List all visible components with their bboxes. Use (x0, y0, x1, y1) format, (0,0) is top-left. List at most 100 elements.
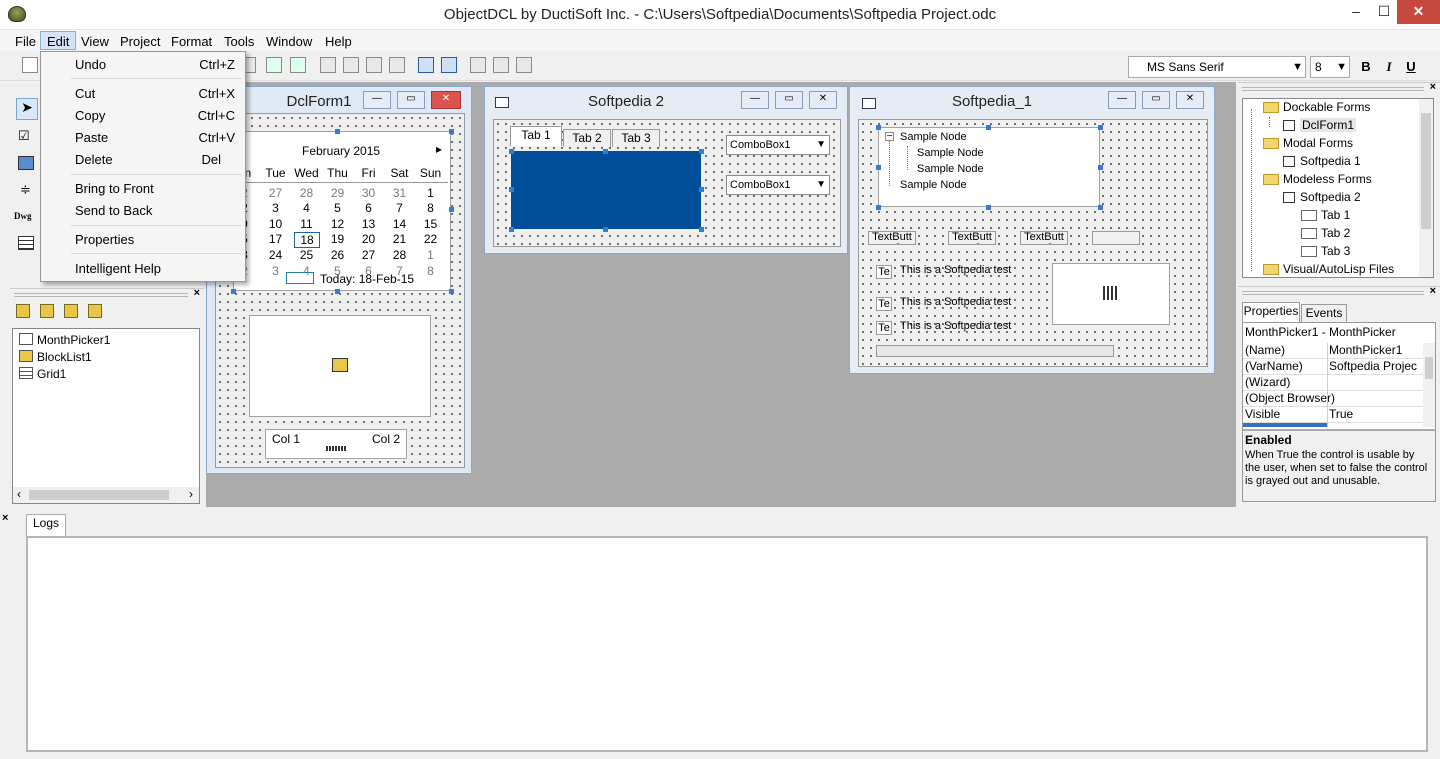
tree-node[interactable]: Dockable Forms (1283, 100, 1370, 114)
menu-cut[interactable]: Cut Ctrl+X (75, 86, 235, 101)
center-icon[interactable] (516, 57, 532, 73)
tree-node[interactable]: Sample Node (917, 163, 984, 175)
bold-button[interactable]: B (1357, 58, 1375, 76)
tree-node[interactable]: Tab 3 (1321, 244, 1350, 258)
logs-output[interactable] (26, 536, 1428, 752)
combobox-1[interactable]: ComboBox1 ▼ (726, 135, 830, 155)
minimize-icon[interactable]: — (741, 91, 769, 109)
scroll-left-icon[interactable]: ‹ (17, 487, 21, 501)
selected-row[interactable] (1243, 423, 1327, 427)
menu-delete[interactable]: Delete Del (75, 152, 235, 167)
move-down-icon[interactable] (64, 304, 78, 318)
italic-button[interactable]: I (1380, 58, 1398, 76)
calendar-row[interactable]: 3 24 25 26 27 28 1 (234, 248, 452, 264)
dwg-tool-icon[interactable]: Dwg (14, 211, 32, 221)
grid-control[interactable]: Col 1 Col 2 (265, 429, 407, 459)
tab-logs[interactable]: Logs (26, 514, 66, 536)
menu-paste[interactable]: Paste Ctrl+V (75, 130, 235, 145)
new-file-icon[interactable] (22, 57, 38, 73)
today-label[interactable]: Today: 18-Feb-15 (320, 272, 414, 286)
space-horizontal-icon[interactable] (470, 57, 486, 73)
blank-button[interactable] (1092, 231, 1140, 245)
pointer-tool-icon[interactable]: ➤ (16, 98, 38, 120)
scroll-thumb[interactable] (1425, 357, 1433, 379)
block-list[interactable] (249, 315, 431, 417)
tab-content-selected[interactable] (511, 151, 701, 229)
tab-events[interactable]: Events (1301, 304, 1347, 322)
tab-properties[interactable]: Properties (1242, 302, 1300, 322)
property-row[interactable]: (VarName) Softpedia Projec (1243, 359, 1423, 375)
dwg-preview[interactable] (1052, 263, 1170, 325)
tree-node[interactable]: Sample Node (900, 179, 967, 191)
size-width-icon[interactable] (441, 57, 457, 73)
next-month-icon[interactable]: ▸ (436, 142, 442, 156)
menu-view[interactable]: View (74, 31, 116, 50)
month-picker[interactable]: February 2015 ▸ on Tue Wed Thu Fri Sat S… (233, 131, 451, 291)
text-line[interactable]: This is a Softpedia test (900, 320, 1011, 332)
text-button[interactable]: TextButt on2 (948, 231, 996, 245)
font-select[interactable]: MS Sans Serif ▼ (1128, 56, 1306, 78)
calendar-row[interactable]: 9 10 11 12 13 14 15 (234, 217, 452, 233)
property-row[interactable]: (Name) MonthPicker1 (1243, 343, 1423, 359)
list-item[interactable]: BlockList1 (37, 350, 92, 364)
tree-node[interactable]: Sample Node (917, 147, 984, 159)
align-list-icon[interactable] (290, 57, 306, 73)
scroll-right-icon[interactable]: › (189, 487, 193, 501)
tree-node[interactable]: Modeless Forms (1283, 172, 1372, 186)
horizontal-scrollbar[interactable]: ‹ › (13, 487, 199, 503)
minimize-icon[interactable]: — (363, 91, 391, 109)
menu-copy[interactable]: Copy Ctrl+C (75, 108, 235, 123)
text-line[interactable]: This is a Softpedia test (900, 296, 1011, 308)
close-icon[interactable]: ✕ (1176, 91, 1204, 109)
tab-order-icon[interactable] (266, 57, 282, 73)
menu-tools[interactable]: Tools (217, 31, 261, 50)
grid-tool-icon[interactable] (18, 236, 34, 250)
menu-intelligent-help[interactable]: Intelligent Help (75, 261, 235, 276)
property-row[interactable]: (Wizard) (1243, 375, 1423, 391)
tab-2[interactable]: Tab 2 (563, 129, 611, 147)
minimize-icon[interactable]: — (1108, 91, 1136, 109)
tree-node[interactable]: Modal Forms (1283, 136, 1353, 150)
property-row[interactable]: (Object Browser) (1243, 391, 1423, 407)
tree-control[interactable]: − Sample Node Sample Node Sample Node Sa… (878, 127, 1100, 207)
checkbox-tool-icon[interactable]: ☑ (18, 128, 30, 144)
menu-send-to-back[interactable]: Send to Back (75, 203, 235, 218)
menu-window[interactable]: Window (259, 31, 319, 50)
collapse-icon[interactable]: − (885, 132, 894, 142)
menu-edit[interactable]: Edit (40, 31, 77, 50)
align-right-icon[interactable] (343, 57, 359, 73)
maximize-button[interactable]: ☐ (1371, 0, 1397, 24)
move-up-icon[interactable] (40, 304, 54, 318)
menu-file[interactable]: File (8, 31, 43, 50)
group-icon[interactable] (88, 304, 102, 318)
object-tool-icon[interactable] (16, 304, 30, 318)
tab-1[interactable]: Tab 1 (510, 126, 562, 146)
calendar-row[interactable]: 2 3 4 5 6 7 8 (234, 201, 452, 217)
scroll-thumb[interactable] (1421, 113, 1431, 229)
combobox-2[interactable]: ComboBox1 ▼ (726, 175, 830, 195)
close-icon[interactable]: × (1430, 285, 1436, 297)
property-row[interactable]: Visible True (1243, 407, 1423, 423)
close-button[interactable]: ✕ (1397, 0, 1440, 24)
menu-undo[interactable]: Undo Ctrl+Z (75, 57, 235, 72)
underline-button[interactable]: U (1402, 58, 1420, 76)
list-item[interactable]: Grid1 (37, 367, 66, 381)
space-vertical-icon[interactable] (493, 57, 509, 73)
tree-node[interactable]: Tab 1 (1321, 208, 1350, 222)
size-height-icon[interactable] (418, 57, 434, 73)
close-icon[interactable]: × (2, 512, 16, 524)
align-bottom-icon[interactable] (389, 57, 405, 73)
vertical-scrollbar[interactable] (1419, 99, 1433, 277)
tree-node[interactable]: Sample Node (900, 131, 967, 143)
minimize-button[interactable]: – (1342, 0, 1370, 24)
menu-project[interactable]: Project (113, 31, 167, 50)
maximize-icon[interactable]: ▭ (1142, 91, 1170, 109)
vertical-scrollbar[interactable] (1423, 343, 1435, 427)
tree-node[interactable]: Softpedia 2 (1300, 190, 1361, 204)
tree-node-selected[interactable]: DclForm1 (1300, 118, 1357, 132)
list-item[interactable]: MonthPicker1 (37, 333, 110, 347)
tree-node[interactable]: Tab 2 (1321, 226, 1350, 240)
menu-properties[interactable]: Properties (75, 232, 235, 247)
text-button[interactable]: TextButt on2 (868, 231, 916, 245)
picture-tool-icon[interactable] (18, 156, 34, 170)
